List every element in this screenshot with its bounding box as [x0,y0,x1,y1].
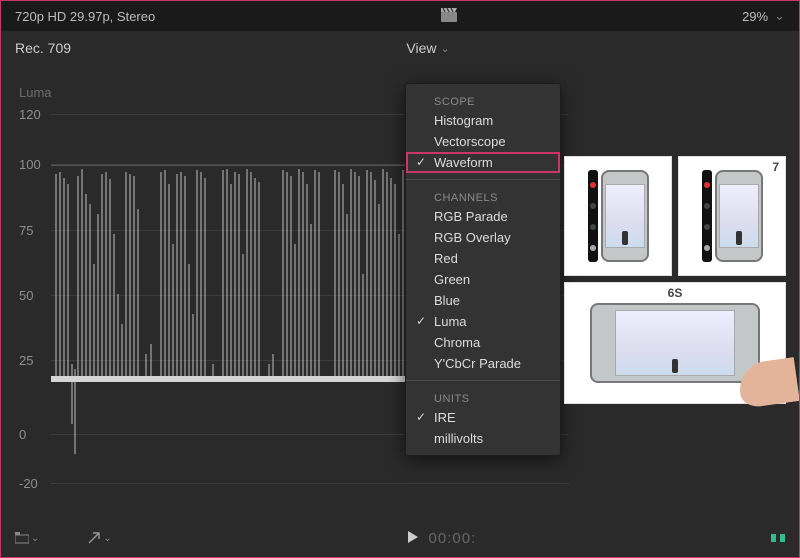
play-button[interactable] [407,530,419,547]
menu-item-label: Red [434,251,458,266]
menu-separator [406,179,560,180]
clapperboard-icon[interactable] [441,8,457,25]
menu-item-label: Chroma [434,335,480,350]
menu-item-label: millivolts [434,431,483,446]
axis-tick-75: 75 [19,223,33,238]
check-icon: ✓ [416,155,426,169]
menu-separator [406,380,560,381]
menu-item-luma[interactable]: ✓ Luma [406,311,560,332]
check-icon: ✓ [416,410,426,424]
phone-icon [715,170,763,262]
check-icon: ✓ [416,314,426,328]
thumbnail[interactable] [564,156,672,276]
format-label: 720p HD 29.97p, Stereo [15,9,155,24]
menu-item-waveform[interactable]: ✓ Waveform [406,152,560,173]
phone-icon [601,170,649,262]
view-label: View [406,40,436,56]
menu-item-rgb-overlay[interactable]: RGB Overlay [406,227,560,248]
menu-item-label: Green [434,272,470,287]
gridline [51,483,569,484]
waveform-scope [51,114,431,454]
menu-header-channels: CHANNELS [406,186,560,206]
menu-item-label: Waveform [434,155,493,170]
axis-tick-50: 50 [19,288,33,303]
menu-header-scope: SCOPE [406,90,560,110]
menu-item-label: Blue [434,293,460,308]
axis-tick-120: 120 [19,107,41,122]
view-menu: SCOPE Histogram Vectorscope ✓ Waveform C… [405,83,561,456]
bottombar: ⌄ ⌄ 00:00: [1,519,799,557]
axis-tick-25: 25 [19,353,33,368]
thumbnail[interactable]: 6S [564,282,786,404]
topbar: 720p HD 29.97p, Stereo 29% ⌄ [1,1,799,31]
menu-item-label: Vectorscope [434,134,506,149]
menu-item-green[interactable]: Green [406,269,560,290]
axis-tick-0: 0 [19,427,26,442]
menu-item-red[interactable]: Red [406,248,560,269]
menu-item-label: RGB Overlay [434,230,511,245]
clip-thumbnails: 7 6S [564,156,789,404]
menu-item-label: Histogram [434,113,493,128]
menu-item-label: Luma [434,314,467,329]
axis-tick-100: 100 [19,157,41,172]
menu-item-ire[interactable]: ✓ IRE [406,407,560,428]
menu-item-histogram[interactable]: Histogram [406,110,560,131]
app-frame: 720p HD 29.97p, Stereo 29% ⌄ Rec. 709 Vi… [0,0,800,558]
view-menu-button[interactable]: View ⌄ [406,40,449,56]
chevron-down-icon: ⌄ [440,42,449,55]
camera-ui-icon [702,170,712,262]
tools-button[interactable]: ⌄ [87,531,111,545]
chevron-down-icon: ⌄ [103,533,111,544]
menu-item-label: Y'CbCr Parade [434,356,521,371]
thumbnail-label: 6S [668,286,683,300]
zoom-level[interactable]: 29% ⌄ [742,8,785,24]
chevron-down-icon: ⌄ [774,8,785,24]
axis-tick-n20: -20 [19,476,38,491]
menu-item-blue[interactable]: Blue [406,290,560,311]
menu-item-label: RGB Parade [434,209,508,224]
menu-item-vectorscope[interactable]: Vectorscope [406,131,560,152]
thumbnail-label: 7 [772,160,779,174]
phone-icon [590,303,760,383]
clip-appearance-button[interactable]: ⌄ [15,532,39,544]
menu-item-millivolts[interactable]: millivolts [406,428,560,449]
camera-ui-icon [588,170,598,262]
chevron-down-icon: ⌄ [31,533,39,544]
menu-item-rgb-parade[interactable]: RGB Parade [406,206,560,227]
menu-item-ycbcr[interactable]: Y'CbCr Parade [406,353,560,374]
zoom-value: 29% [742,9,768,24]
audio-meter-icon[interactable] [771,534,785,542]
scope-channel-label: Luma [19,85,52,100]
thumbnail[interactable]: 7 [678,156,786,276]
menu-header-units: UNITS [406,387,560,407]
timecode[interactable]: 00:00: [429,530,477,547]
menu-item-label: IRE [434,410,456,425]
menu-item-chroma[interactable]: Chroma [406,332,560,353]
color-space-label: Rec. 709 [15,40,71,56]
secondbar: Rec. 709 View ⌄ [1,31,799,65]
